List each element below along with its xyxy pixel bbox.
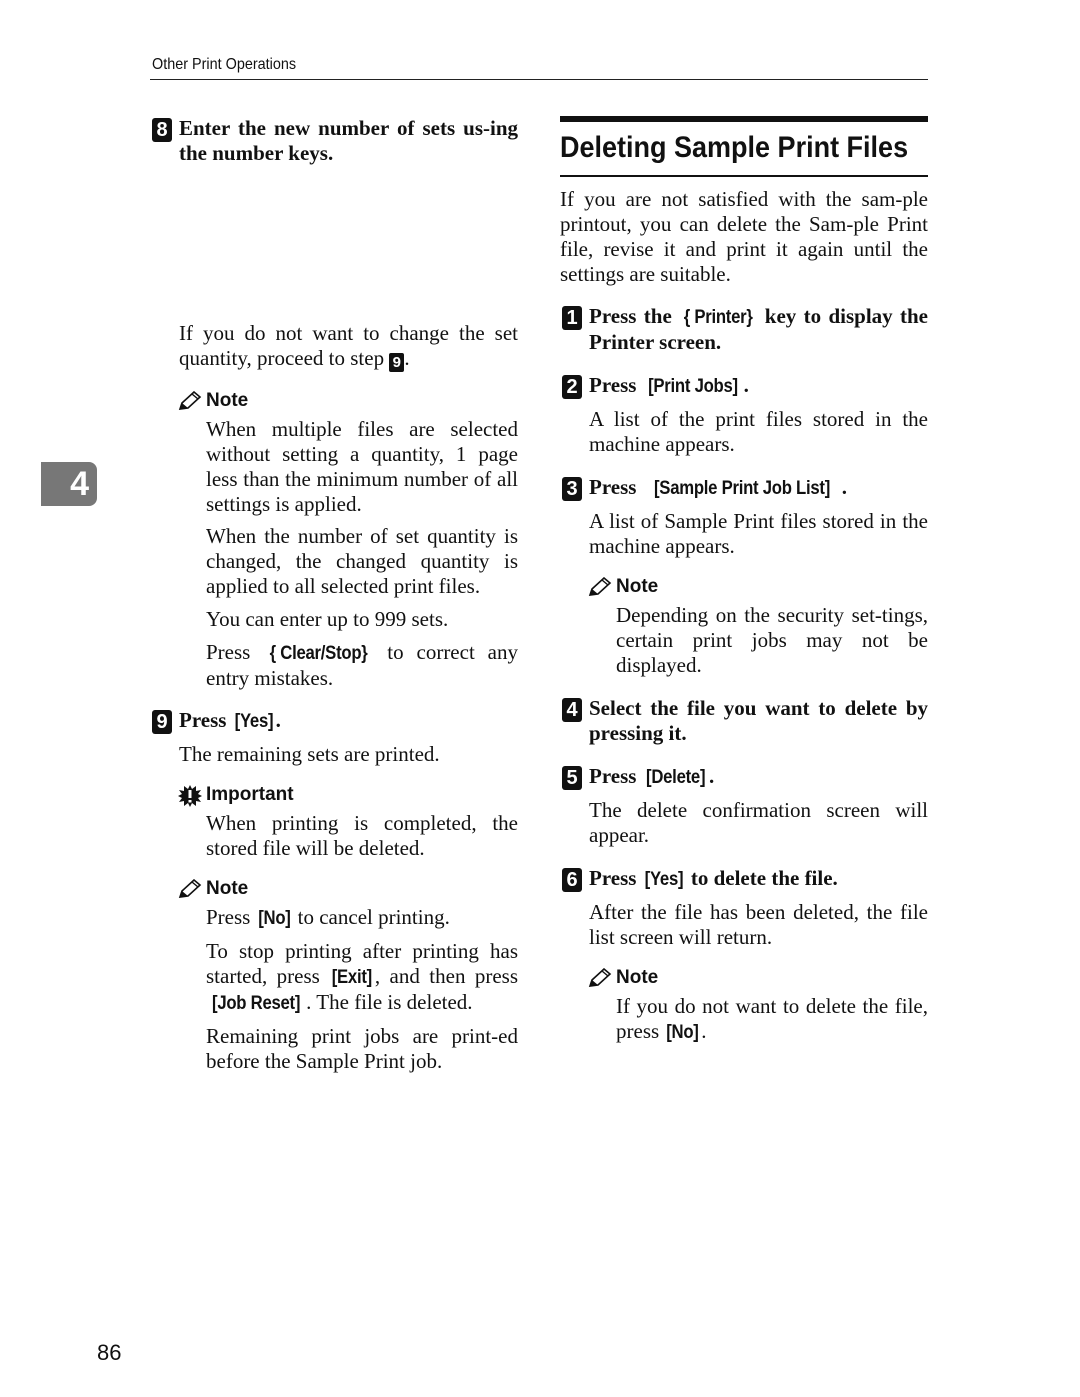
pencil-icon [178, 879, 202, 898]
intro-paragraph: If you are not satisfied with the sam-pl… [560, 187, 928, 286]
key-yes: [Yes] [234, 711, 273, 732]
step-heading: Press [Yes] to delete the file. [589, 866, 838, 890]
note-paragraph: Press { Clear/Stop} to correct any entry… [206, 640, 518, 690]
step-number-badge: 9 [152, 710, 172, 734]
note-paragraph: You can enter up to 999 sets. [206, 607, 449, 631]
note-paragraph: If you do not want to delete the file, p… [616, 994, 928, 1043]
paragraph: After the file has been deleted, the fil… [589, 900, 928, 949]
step-5-body: The delete confirmation screen will appe… [560, 798, 928, 848]
note-title: Note [588, 575, 928, 599]
left-column: 8 Enter the new number of sets us-ing th… [150, 116, 518, 1074]
paragraph: If you do not want to change the set qua… [179, 321, 518, 372]
step-number-badge: 1 [562, 306, 582, 330]
step-9-body: The remaining sets are printed. [150, 742, 518, 767]
step-8: 8 Enter the new number of sets us-ing th… [150, 116, 518, 166]
important-paragraph: When printing is completed, the stored f… [206, 811, 518, 860]
section-rule-top [560, 116, 928, 122]
important-burst-icon [178, 785, 202, 807]
key-no: [No] [257, 908, 291, 929]
step-8-body: If you do not want to change the set qua… [150, 321, 518, 372]
step-number-badge: 2 [562, 375, 582, 399]
step-number-badge: 8 [152, 118, 172, 142]
note-paragraph: Remaining print jobs are print-ed before… [206, 1024, 518, 1073]
note-block: Note When multiple files are selected wi… [150, 389, 518, 691]
header-rule [150, 79, 928, 80]
step-heading: Press the { Printer} key to display the … [589, 304, 928, 354]
key-sample-print-job-list: [Sample Print Job List] [653, 478, 830, 499]
paragraph: A list of the print files stored in the … [589, 407, 928, 456]
step-number-badge: 6 [562, 868, 582, 892]
step-1: 1 Press the { Printer} key to display th… [560, 304, 928, 355]
step-number-badge: 3 [562, 477, 582, 501]
step-3: 3 Press [Sample Print Job List]. [560, 475, 928, 501]
key-clear-stop: { Clear/Stop} [269, 643, 368, 664]
note-title: Note [178, 877, 518, 901]
note-title: Note [588, 966, 928, 990]
note-block: Note If you do not want to delete the fi… [560, 966, 928, 1045]
paragraph: The remaining sets are printed. [179, 742, 440, 766]
step-9: 9 Press [Yes]. [150, 708, 518, 734]
step-heading: Select the file you want to delete by pr… [589, 696, 928, 745]
note-paragraph: Depending on the security set-tings, cer… [616, 603, 928, 677]
important-title: Important [178, 783, 518, 807]
key-job-reset: [Job Reset] [212, 993, 301, 1014]
note-block: Note Depending on the security set-tings… [560, 575, 928, 678]
note-paragraph: When multiple files are selected without… [206, 417, 518, 516]
paragraph: A list of Sample Print files stored in t… [589, 509, 928, 558]
right-column: Deleting Sample Print Files If you are n… [560, 116, 928, 1045]
pencil-icon [588, 968, 612, 987]
step-number-badge: 4 [562, 698, 582, 722]
step-heading: Press [Print Jobs]. [589, 373, 749, 397]
key-delete: [Delete] [645, 767, 705, 788]
running-head: Other Print Operations [152, 56, 297, 73]
key-print-jobs: [Print Jobs] [647, 376, 738, 397]
step-3-body: A list of Sample Print files stored in t… [560, 509, 928, 559]
key-yes: [Yes] [644, 869, 683, 890]
note-paragraph: Press [No] to cancel printing. [206, 905, 450, 929]
step-4: 4 Select the file you want to delete by … [560, 696, 928, 746]
step-heading: Press [Yes]. [179, 708, 281, 732]
step-6: 6 Press [Yes] to delete the file. [560, 866, 928, 892]
section-rule-bottom [560, 175, 928, 177]
paragraph: The delete confirmation screen will appe… [589, 798, 928, 847]
key-exit: [Exit] [331, 967, 373, 988]
section-title: Deleting Sample Print Files [560, 131, 909, 164]
step-6-body: After the file has been deleted, the fil… [560, 900, 928, 950]
key-no: [No] [666, 1022, 700, 1043]
step-heading: Press [Delete]. [589, 764, 715, 788]
step-2-body: A list of the print files stored in the … [560, 407, 928, 457]
important-block: Important When printing is completed, th… [150, 783, 518, 861]
step-reference-badge: 9 [389, 353, 405, 372]
pencil-icon [178, 391, 202, 410]
note-paragraph: To stop printing after printing has star… [206, 939, 519, 1014]
pencil-icon [588, 577, 612, 596]
page-number: 86 [97, 1340, 122, 1365]
step-2: 2 Press [Print Jobs]. [560, 373, 928, 399]
note-paragraph: When the number of set quantity is chang… [206, 524, 518, 598]
chapter-tab: 4 [41, 462, 97, 506]
step-number-badge: 5 [562, 766, 582, 790]
step-heading: Enter the new number of sets us-ing the … [179, 116, 518, 165]
step-5: 5 Press [Delete]. [560, 764, 928, 790]
key-printer: { Printer} [683, 307, 753, 328]
step-heading: Press [Sample Print Job List]. [589, 475, 847, 499]
note-title: Note [178, 389, 518, 413]
note-block: Note Press [No] to cancel printing. To s… [150, 877, 518, 1074]
